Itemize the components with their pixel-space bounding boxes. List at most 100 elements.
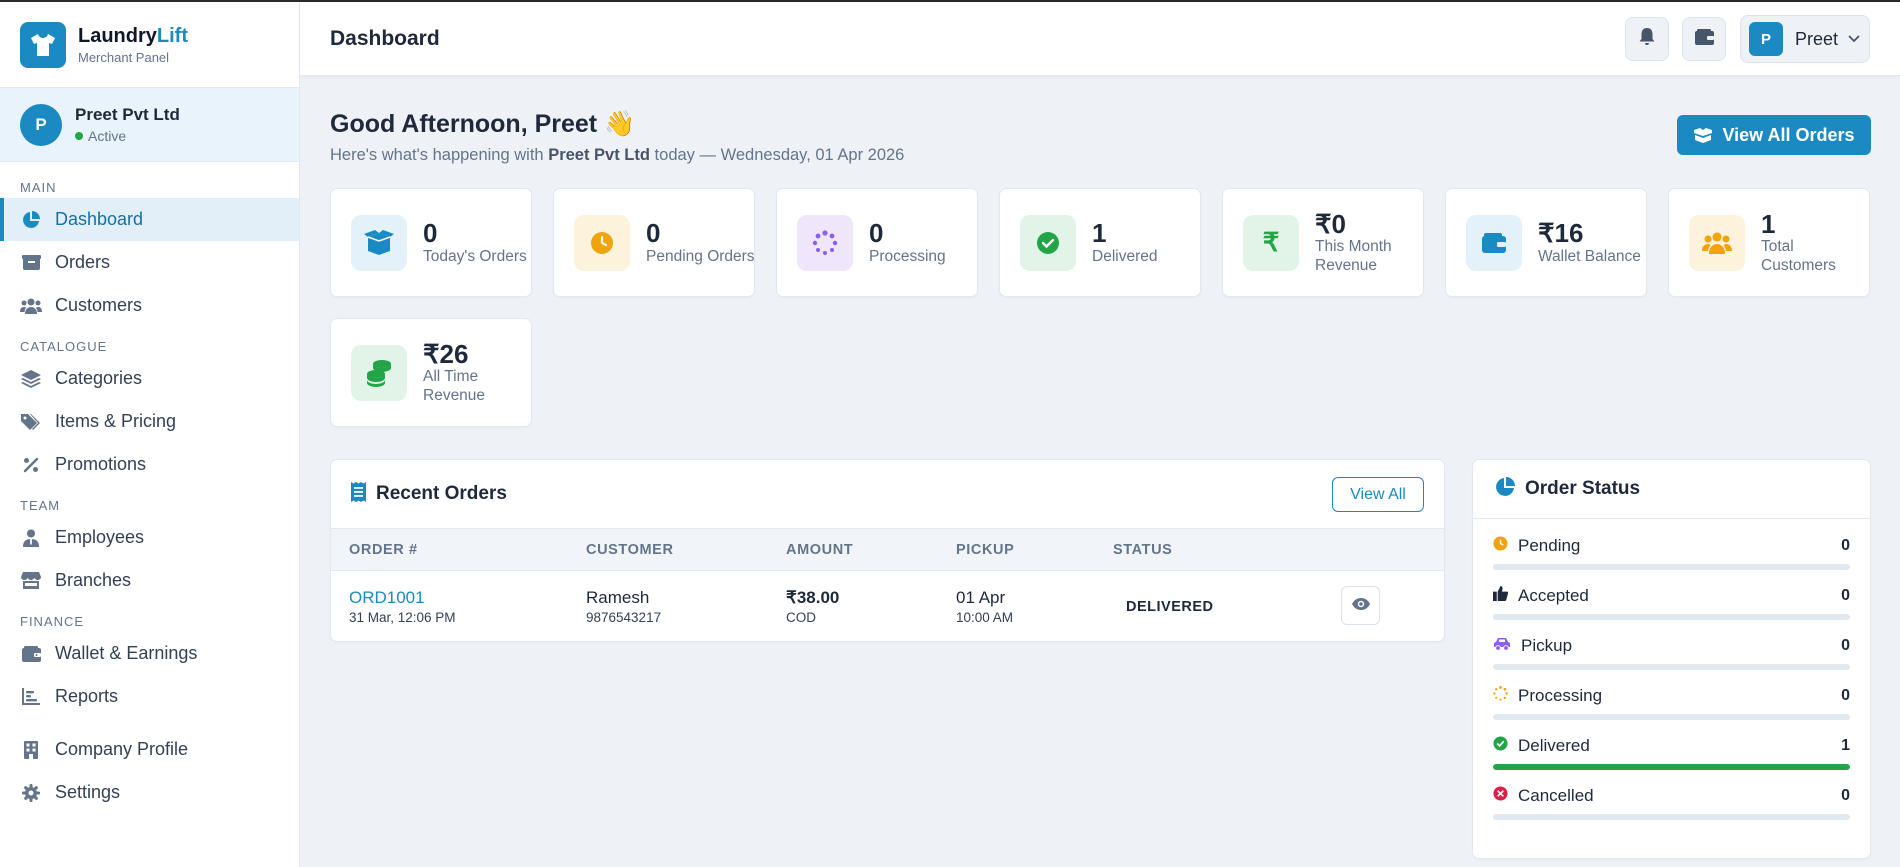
wallet-header-button[interactable] [1682, 17, 1726, 61]
order-id-link[interactable]: ORD1001 [349, 588, 456, 608]
pie-chart-icon [20, 209, 42, 231]
store-icon [20, 570, 42, 592]
sidebar-item-label: Employees [55, 527, 145, 547]
status-progress-bar [1493, 814, 1850, 820]
order-date: 31 Mar, 12:06 PM [349, 610, 456, 625]
status-row-accepted: Accepted 0 [1493, 569, 1850, 620]
stat-value: ₹0 [1315, 208, 1347, 239]
clock-icon [1493, 536, 1508, 556]
pie-chart-icon [1495, 476, 1515, 502]
sidebar-item-wallet[interactable]: Wallet & Earnings [0, 632, 299, 675]
sidebar-item-label: Dashboard [55, 209, 144, 229]
merchant-avatar: P [20, 103, 62, 146]
user-menu-button[interactable]: P Preet [1740, 15, 1870, 63]
wallet-icon [1466, 214, 1522, 271]
stat-delivered: 1 Delivered [999, 188, 1201, 297]
sidebar-item-categories[interactable]: Categories [0, 357, 299, 400]
page-title: Dashboard [330, 27, 440, 50]
stat-pending-orders: 0 Pending Orders [553, 188, 755, 297]
notifications-button[interactable] [1625, 17, 1669, 61]
stat-label: Pending Orders [646, 247, 755, 265]
rupee-icon: ₹ [1243, 214, 1299, 271]
status-dot-icon [75, 132, 83, 140]
stat-label: Delivered [1092, 247, 1158, 265]
section-label-catalogue: CATALOGUE [20, 339, 108, 354]
user-name: Preet [1795, 28, 1839, 49]
stat-label: Processing [869, 247, 946, 265]
merchant-status: Active [75, 128, 180, 144]
receipt-icon [351, 481, 366, 507]
sidebar-item-reports[interactable]: Reports [0, 675, 299, 718]
merchant-name: Preet Pvt Ltd [75, 105, 180, 124]
sidebar-item-company-profile[interactable]: Company Profile [0, 728, 299, 771]
spinner-icon [797, 214, 853, 271]
tags-icon [20, 411, 42, 433]
greeting-subtitle: Here's what's happening with Preet Pvt L… [330, 146, 905, 164]
stat-label: Wallet Balance [1538, 247, 1641, 265]
eye-icon [1351, 597, 1370, 615]
status-row-delivered: Delivered 1 [1493, 719, 1850, 770]
order-amount: ₹38.00 [786, 588, 840, 607]
coins-icon [351, 344, 407, 401]
layers-icon [20, 368, 42, 390]
sidebar-item-orders[interactable]: Orders [0, 241, 299, 284]
stat-value: 1 [1092, 217, 1107, 248]
pickup-time: 10:00 AM [956, 610, 1014, 625]
sidebar-item-label: Reports [55, 686, 119, 706]
sidebar-item-settings[interactable]: Settings [0, 771, 299, 814]
sidebar-item-employees[interactable]: Employees [0, 516, 299, 559]
stat-value: 0 [646, 217, 661, 248]
section-label-team: TEAM [20, 498, 61, 513]
shirt-logo-icon [20, 21, 66, 68]
col-status: STATUS [1113, 542, 1173, 558]
chevron-down-icon [1848, 30, 1860, 48]
sidebar-item-label: Categories [55, 368, 143, 388]
stat-value: 1 [1761, 208, 1776, 239]
stat-value: ₹26 [423, 338, 469, 369]
brand-name: LaundryLift [78, 24, 188, 47]
thumbs-up-icon [1493, 586, 1509, 606]
stat-label: This Month Revenue [1315, 238, 1392, 274]
sidebar-item-label: Orders [55, 252, 111, 272]
customer-phone: 9876543217 [586, 610, 662, 625]
boxes-icon [1694, 128, 1713, 143]
sidebar-item-customers[interactable]: Customers [0, 284, 299, 327]
user-avatar: P [1749, 22, 1783, 56]
greeting-title: Good Afternoon, Preet 👋 [330, 110, 636, 138]
sidebar-item-label: Branches [55, 570, 132, 590]
stat-label: Total Customers [1761, 238, 1836, 274]
sidebar-nav: MAIN Dashboard Orders Customers CATALOGU… [0, 162, 299, 814]
stat-todays-orders: 0 Today's Orders [330, 188, 532, 297]
sidebar-item-branches[interactable]: Branches [0, 559, 299, 602]
sidebar-item-promotions[interactable]: Promotions [0, 443, 299, 486]
wallet-icon [1694, 28, 1714, 50]
sidebar-item-dashboard[interactable]: Dashboard [0, 198, 299, 241]
stat-all-time-revenue: ₹26 All Time Revenue [330, 318, 532, 427]
x-circle-icon [1493, 786, 1508, 806]
customer-name: Ramesh [586, 588, 650, 607]
view-all-button[interactable]: View All [1332, 477, 1424, 512]
recent-orders-title: Recent Orders [376, 483, 507, 504]
stat-total-customers: 1 Total Customers [1668, 188, 1870, 297]
sidebar-item-items-pricing[interactable]: Items & Pricing [0, 400, 299, 443]
greeting: Good Afternoon, Preet 👋 Here's what's ha… [330, 110, 904, 165]
merchant-profile[interactable]: P Preet Pvt Ltd Active [0, 88, 299, 162]
brand[interactable]: LaundryLift Merchant Panel [0, 2, 299, 88]
sidebar-item-label: Customers [55, 295, 143, 315]
stat-label: Today's Orders [423, 247, 527, 265]
table-row[interactable]: ORD1001 31 Mar, 12:06 PM Ramesh 98765432… [331, 571, 1444, 642]
view-all-orders-button[interactable]: View All Orders [1677, 115, 1871, 155]
gear-icon [20, 782, 42, 804]
stat-month-revenue: ₹ ₹0 This Month Revenue [1222, 188, 1424, 297]
recent-orders-card: Recent Orders View All ORDER # CUSTOMER … [330, 459, 1445, 642]
sidebar-item-label: Items & Pricing [55, 411, 177, 431]
col-pickup: PICKUP [956, 542, 1015, 558]
order-status-card: Order Status Pending 0 Accepted 0 Pickup 0 … [1472, 459, 1871, 859]
payment-method: COD [786, 610, 816, 625]
box-icon [20, 252, 42, 274]
pickup-date: 01 Apr [956, 588, 1006, 607]
clock-icon [574, 214, 630, 271]
table-header: ORDER # CUSTOMER AMOUNT PICKUP STATUS [331, 529, 1444, 571]
sidebar: LaundryLift Merchant Panel P Preet Pvt L… [0, 2, 300, 867]
view-order-button[interactable] [1341, 586, 1380, 625]
